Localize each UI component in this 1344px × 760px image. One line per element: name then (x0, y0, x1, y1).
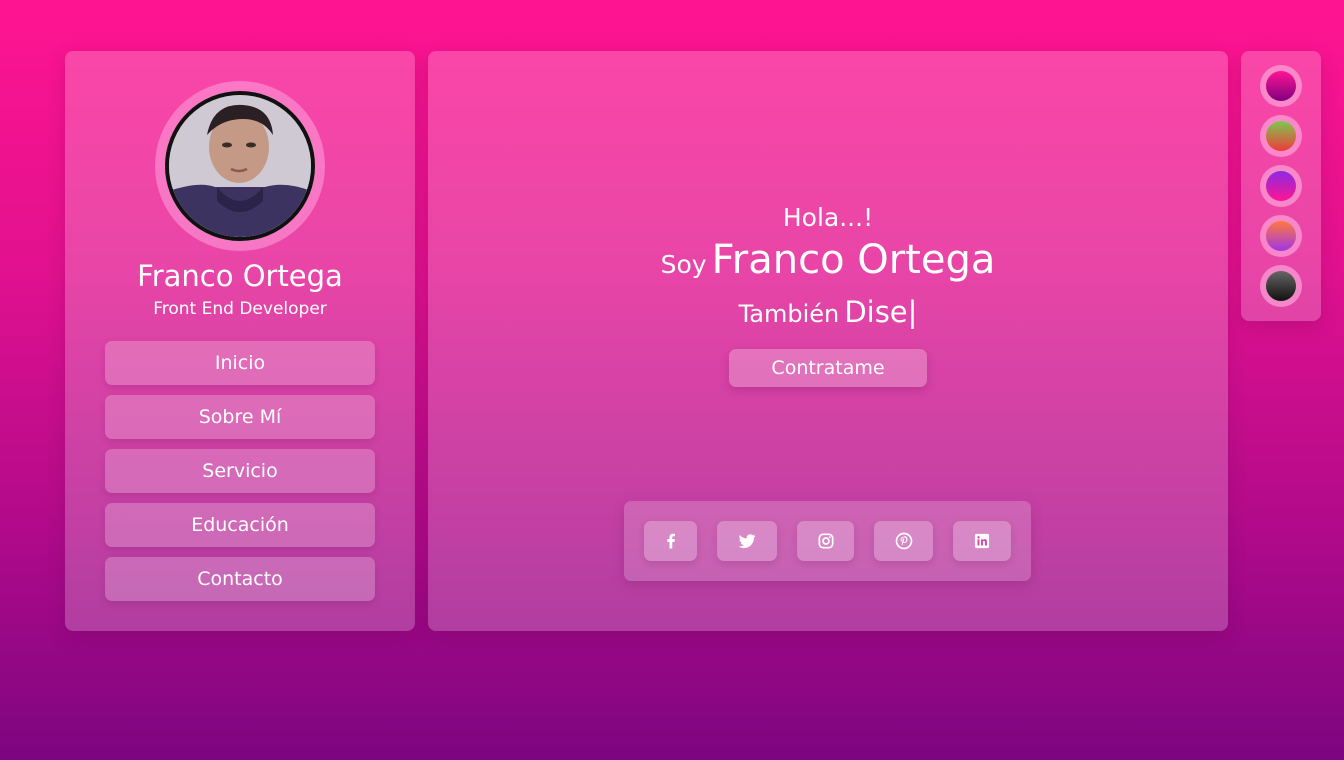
theme-swatch-dark[interactable] (1260, 265, 1302, 307)
pinterest-icon (895, 532, 912, 550)
theme-swatch-pink-color (1266, 71, 1296, 101)
hero-card: Hola...! Soy Franco Ortega También Dise|… (428, 51, 1228, 631)
hero-greeting: Hola...! (782, 203, 874, 232)
hero-soy: Soy (660, 250, 707, 279)
hire-button[interactable]: Contratame (729, 349, 927, 387)
facebook-button[interactable] (644, 521, 697, 561)
profile-card: Franco Ortega Front End Developer Inicio… (65, 51, 415, 631)
avatar-photo (169, 95, 311, 237)
nav-item-contacto[interactable]: Contacto (105, 557, 375, 601)
theme-swatch-green-red-color (1266, 121, 1296, 151)
nav-menu: Inicio Sobre Mí Servicio Educación Conta… (105, 341, 375, 611)
twitter-button[interactable] (717, 521, 777, 561)
hero-also-label: También (738, 300, 840, 328)
theme-switcher (1241, 51, 1321, 321)
nav-item-educacion[interactable]: Educación (105, 503, 375, 547)
social-bar (624, 501, 1031, 581)
hero-name: Franco Ortega (711, 237, 996, 283)
nav-item-inicio[interactable]: Inicio (105, 341, 375, 385)
linkedin-button[interactable] (953, 521, 1011, 561)
hero-intro: Soy Franco Ortega (428, 237, 1228, 283)
profile-name: Franco Ortega (137, 259, 343, 293)
theme-swatch-orange-color (1266, 221, 1296, 251)
twitter-icon (738, 534, 756, 549)
profile-role: Front End Developer (153, 299, 327, 319)
theme-swatch-purple-color (1266, 171, 1296, 201)
avatar (165, 91, 315, 241)
nav-item-servicio[interactable]: Servicio (105, 449, 375, 493)
nav-item-sobre-mi[interactable]: Sobre Mí (105, 395, 375, 439)
facebook-icon (666, 533, 675, 549)
pinterest-button[interactable] (874, 521, 933, 561)
theme-swatch-green-red[interactable] (1260, 115, 1302, 157)
theme-swatch-dark-color (1266, 271, 1296, 301)
avatar-ring (155, 81, 325, 251)
hero-also: También Dise| (428, 295, 1228, 329)
theme-swatch-purple[interactable] (1260, 165, 1302, 207)
linkedin-icon (974, 533, 990, 549)
instagram-button[interactable] (797, 521, 854, 561)
theme-swatch-pink[interactable] (1260, 65, 1302, 107)
theme-swatch-orange[interactable] (1260, 215, 1302, 257)
hero-typed-text: Dise| (844, 295, 918, 329)
instagram-icon (818, 533, 833, 549)
